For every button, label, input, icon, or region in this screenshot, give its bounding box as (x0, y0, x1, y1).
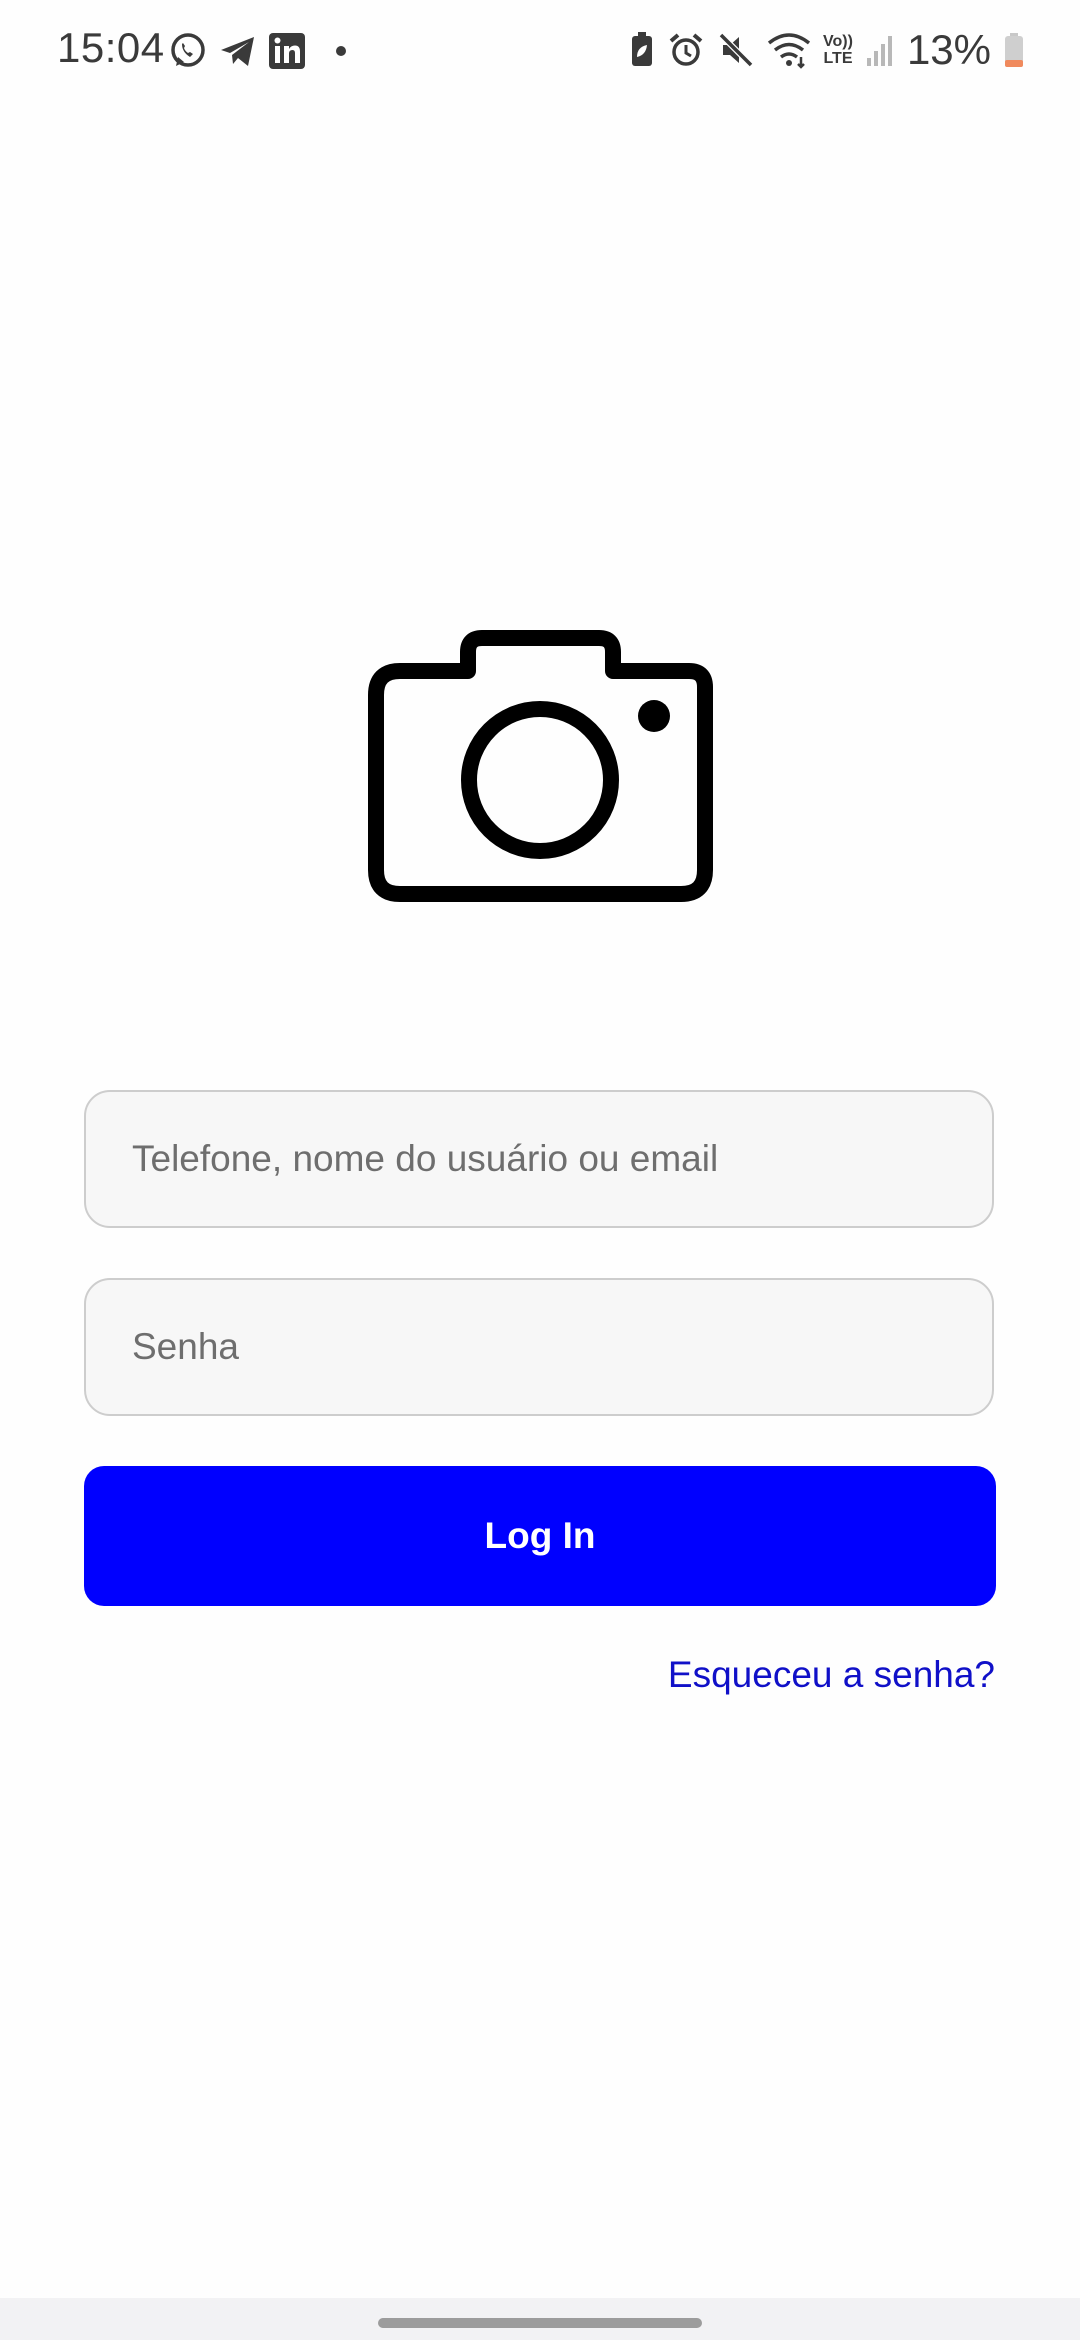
linkedin-icon (268, 32, 306, 70)
wifi-icon (767, 31, 811, 69)
volte-label-bottom: LTE (823, 50, 853, 67)
notification-icons (168, 30, 346, 72)
home-gesture-handle[interactable] (378, 2318, 702, 2328)
camera-icon (368, 630, 713, 902)
notification-dot (336, 46, 346, 56)
status-time: 15:04 (57, 24, 165, 71)
battery-icon (1003, 32, 1025, 68)
login-screen: 15:04 Vo)) LTE 13% Telefone, nome do usu… (0, 0, 1080, 2340)
battery-saver-icon (629, 31, 655, 69)
telegram-icon (218, 31, 258, 71)
login-button[interactable]: Log In (84, 1466, 996, 1606)
system-status-icons: Vo)) LTE 13% (629, 26, 1025, 74)
volte-label-top: Vo)) (823, 33, 853, 50)
mute-icon (717, 31, 755, 69)
password-input[interactable] (130, 1325, 992, 1369)
whatsapp-icon (168, 31, 208, 71)
navigation-bar (0, 2298, 1080, 2340)
forgot-password-link[interactable]: Esqueceu a senha? (668, 1654, 995, 1696)
status-bar: 15:04 Vo)) LTE 13% (0, 0, 1080, 104)
signal-icon (865, 32, 895, 68)
username-input[interactable] (130, 1137, 992, 1181)
username-field[interactable] (84, 1090, 994, 1228)
battery-percent: 13% (906, 26, 991, 73)
volte-icon: Vo)) LTE (823, 33, 853, 67)
password-field[interactable] (84, 1278, 994, 1416)
alarm-icon (667, 31, 705, 69)
